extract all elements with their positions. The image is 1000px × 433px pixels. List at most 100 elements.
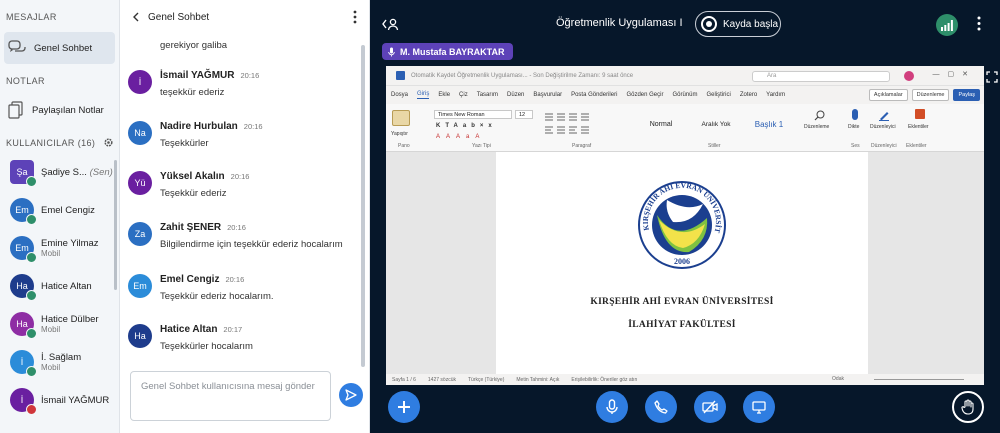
word-tab[interactable]: Zotero — [740, 92, 757, 98]
user-name: Hatice Dülber — [41, 314, 99, 325]
avatar-initials: Za — [134, 229, 146, 239]
mic-status-icon — [26, 366, 37, 377]
send-button[interactable] — [339, 383, 363, 407]
document-heading-faculty: İLAHİYAT FAKÜLTESİ — [628, 320, 736, 330]
avatar: Em — [128, 274, 152, 298]
meeting-title: Öğretmenlik Uygulaması I — [556, 17, 683, 29]
phone-audio-button[interactable] — [645, 391, 677, 423]
dictate-mic-icon[interactable] — [852, 109, 858, 120]
word-tab[interactable]: Posta Gönderileri — [571, 92, 617, 98]
chat-scrollbar[interactable] — [361, 45, 365, 367]
record-icon — [701, 16, 717, 32]
user-list-item[interactable]: Ha Hatice Altan — [0, 267, 119, 305]
avatar: Na — [128, 121, 152, 145]
connection-status-button[interactable] — [936, 14, 958, 36]
zoom-slider[interactable] — [874, 379, 964, 380]
raise-hand-button[interactable] — [952, 391, 984, 423]
word-tab[interactable]: Yardım — [766, 92, 785, 98]
sidebar-item-public-chat[interactable]: Genel Sohbet — [4, 32, 115, 64]
message-time: 20:16 — [227, 223, 246, 232]
screenshare-button[interactable] — [743, 391, 775, 423]
actions-plus-button[interactable] — [388, 391, 420, 423]
microphone-icon — [388, 47, 395, 57]
word-titlebar: Otomatik Kaydet Öğretmenlik Uygulaması..… — [386, 66, 984, 86]
mic-muted-icon — [26, 404, 37, 415]
chat-message: Em Emel Cengiz 20:16 Teşekkür ederiz hoca… — [128, 274, 364, 302]
chevron-left-icon[interactable] — [132, 12, 140, 22]
editing-button-label: Düzenleme — [804, 124, 830, 130]
style-no-spacing[interactable]: Aralık Yok — [691, 110, 741, 138]
sidebar-item-shared-notes[interactable]: Paylaşılan Notlar — [4, 94, 115, 126]
document-page: KIRŞEHİR AHİ EVRAN ÜNİVERSİTESİ 2006 KIR… — [496, 152, 868, 374]
user-list-item[interactable]: Em Emel Cengiz — [0, 191, 119, 229]
hide-panel-user-icon[interactable] — [382, 17, 400, 31]
user-list-item[interactable]: İ İsmail YAĞMUR — [0, 381, 119, 419]
message-text: Teşekkürler hocalarım — [160, 341, 253, 352]
word-search-box[interactable]: Ara — [752, 71, 890, 82]
more-options-icon[interactable] — [353, 10, 357, 24]
chat-message-input[interactable]: Genel Sohbet kullanıcısına mesaj gönder — [130, 371, 331, 421]
word-tab[interactable]: Başvurular — [533, 92, 562, 98]
word-action-button[interactable]: Düzenleme — [911, 89, 950, 101]
focus-mode-label[interactable]: Odak — [832, 376, 844, 382]
notes-icon — [8, 101, 24, 119]
font-size-select[interactable]: 12 — [515, 110, 533, 119]
font-name-select[interactable]: Times New Roman — [434, 110, 512, 119]
mic-status-icon — [26, 252, 37, 263]
word-tab[interactable]: Geliştirici — [706, 92, 730, 98]
word-tab[interactable]: Çiz — [459, 92, 468, 98]
font-color-icons[interactable]: AAAaA — [436, 134, 485, 140]
style-normal[interactable]: Normal — [636, 110, 686, 138]
word-action-button[interactable]: Açıklamalar — [868, 89, 908, 101]
camera-off-button[interactable] — [694, 391, 726, 423]
chat-message: Yü Yüksel Akalın 20:16 Teşekkür ederiz — [128, 171, 364, 199]
user-list-item[interactable]: İ İ. Sağlam Mobil — [0, 343, 119, 381]
word-tab[interactable]: Düzen — [507, 92, 524, 98]
sidebar-item-label: Genel Sohbet — [34, 42, 93, 54]
avatar-initials: İ — [20, 395, 24, 405]
word-tab[interactable]: Giriş — [417, 91, 430, 99]
sidebar-scrollbar[interactable] — [114, 160, 117, 290]
chat-message: Za Zahit ŞENER 20:16 Bilgilendirme için t… — [128, 222, 364, 250]
style-heading-1[interactable]: Başlık 1 — [744, 110, 794, 138]
search-icon[interactable] — [814, 110, 825, 121]
record-button[interactable]: Kayda başla — [695, 11, 781, 37]
word-tab[interactable]: Dosya — [391, 92, 408, 98]
user-list-item[interactable]: Em Emine Yilmaz Mobil — [0, 229, 119, 267]
message-text: Teşekkür ederiz — [160, 188, 227, 199]
record-label: Kayda başla — [723, 18, 779, 30]
word-tab[interactable]: Görünüm — [672, 92, 697, 98]
more-options-icon[interactable] — [977, 16, 981, 31]
word-tab[interactable]: Ekle — [438, 92, 450, 98]
mic-status-icon — [26, 290, 37, 301]
word-document-area: KIRŞEHİR AHİ EVRAN ÜNİVERSİTESİ 2006 KIR… — [386, 152, 984, 374]
avatar: Ha — [128, 324, 152, 348]
sidebar-item-label: Paylaşılan Notlar — [32, 104, 104, 116]
avatar: İ — [128, 70, 152, 94]
editor-pen-icon[interactable] — [878, 109, 890, 121]
user-list-item[interactable]: Şa Şadiye S... (Sen) — [0, 153, 119, 191]
chat-title: Genel Sohbet — [148, 11, 210, 23]
font-format-icons[interactable]: KTAab×x — [436, 123, 497, 129]
word-ribbon-tabs: Dosya Giriş Ekle Çiz Tasarım Düzen Başvurular P… — [386, 86, 984, 104]
users-section-title: KULLANICILAR (16) — [6, 137, 96, 148]
avatar: İ — [10, 350, 37, 377]
word-action-button[interactable]: Paylaş — [953, 89, 980, 101]
user-name-row: Hatice Dülber — [41, 314, 99, 325]
paragraph-tools[interactable] — [544, 112, 616, 138]
screenshare-view: Otomatik Kaydet Öğretmenlik Uygulaması..… — [386, 66, 984, 385]
word-tab[interactable]: Tasarım — [477, 92, 498, 98]
paste-icon[interactable] — [392, 110, 410, 126]
mic-status-icon — [26, 328, 37, 339]
avatar-initials: Em — [15, 205, 29, 215]
user-list-item[interactable]: Ha Hatice Dülber Mobil — [0, 305, 119, 343]
add-ins-icon[interactable] — [915, 109, 925, 119]
status-item: Erişilebilirlik: Öneriler göz atın — [571, 376, 638, 383]
gear-icon[interactable] — [103, 137, 114, 148]
fullscreen-icon[interactable] — [986, 71, 998, 83]
microphone-button[interactable] — [596, 391, 628, 423]
chat-message: Na Nadire Hurbulan 20:16 Teşekkürler — [128, 121, 364, 149]
window-controls-icon[interactable]: —▢✕ — [933, 70, 976, 78]
word-tab[interactable]: Gözden Geçir — [626, 92, 663, 98]
message-text: Bilgilendirme için teşekkür ederiz hocal… — [160, 239, 343, 250]
